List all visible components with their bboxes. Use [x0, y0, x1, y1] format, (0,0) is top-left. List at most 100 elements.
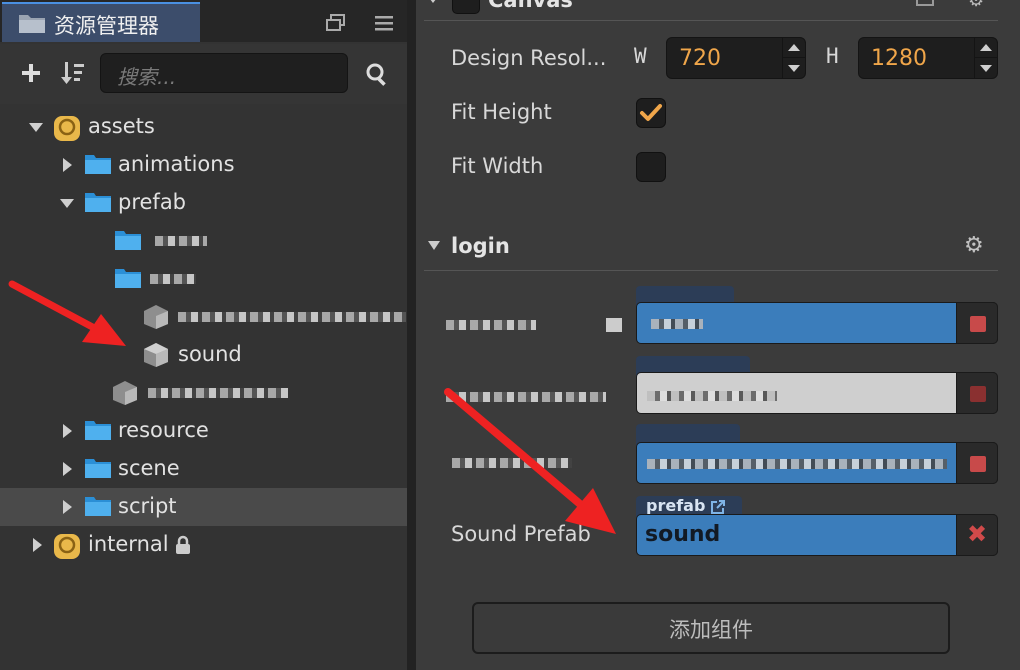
- close-icon: ✖: [967, 520, 988, 548]
- width-stepper[interactable]: [782, 38, 805, 78]
- folder-icon: [85, 497, 111, 516]
- folder-icon: [19, 15, 45, 33]
- sound-prefab-field[interactable]: sound: [636, 514, 998, 556]
- object-field-redacted[interactable]: [636, 302, 998, 344]
- gear-icon[interactable]: ⚙: [968, 0, 984, 11]
- prefab-type-label: prefab: [646, 496, 706, 515]
- tree-item-script[interactable]: script: [0, 488, 407, 526]
- tree-label-script: script: [118, 494, 177, 518]
- fit-height-checkbox[interactable]: [636, 98, 666, 128]
- design-width-value: 720: [679, 46, 721, 71]
- tree-label-assets: assets: [88, 114, 155, 138]
- panel-divider[interactable]: [407, 0, 416, 670]
- clear-field-button[interactable]: [956, 442, 998, 484]
- maximize-icon[interactable]: [326, 14, 346, 32]
- design-height-input[interactable]: 1280: [858, 37, 998, 79]
- tree-label-sound: sound: [178, 342, 242, 366]
- redacted-label: [446, 320, 536, 330]
- folder-icon: [85, 421, 111, 440]
- stop-icon: [970, 456, 986, 472]
- add-icon[interactable]: [20, 62, 42, 84]
- expand-arrow-icon[interactable]: [63, 424, 72, 438]
- lock-icon: [176, 535, 190, 554]
- redacted-value: [647, 391, 777, 401]
- tree-item-redacted[interactable]: [0, 222, 407, 260]
- object-field-redacted[interactable]: [636, 372, 998, 414]
- divider: [424, 270, 998, 271]
- tree-item-scene[interactable]: scene: [0, 450, 407, 488]
- sort-icon[interactable]: [60, 60, 86, 86]
- inspector-panel: Canvas ⚙ Design Resol... W 720 H 1280 Fi…: [416, 0, 1020, 670]
- collapse-arrow-icon[interactable]: [60, 199, 74, 208]
- prefab-icon: [144, 305, 168, 329]
- folder-icon: [115, 269, 141, 288]
- clear-field-button[interactable]: [956, 372, 998, 414]
- prefab-icon: [113, 381, 137, 405]
- redacted-label: [148, 388, 288, 398]
- design-width-input[interactable]: 720: [666, 37, 806, 79]
- object-field-redacted[interactable]: [636, 442, 998, 484]
- redacted-value: [651, 319, 703, 329]
- expand-arrow-icon[interactable]: [33, 538, 42, 552]
- gear-icon[interactable]: ⚙: [964, 233, 984, 258]
- expand-arrow-icon[interactable]: [63, 500, 72, 514]
- assets-panel-title: 资源管理器: [54, 14, 159, 38]
- stop-icon: [970, 316, 986, 332]
- clear-field-button[interactable]: [956, 302, 998, 344]
- tree-label-prefab: prefab: [118, 190, 187, 214]
- collapse-arrow-icon[interactable]: [426, 0, 440, 3]
- database-icon: [54, 116, 80, 141]
- assets-panel-tab[interactable]: 资源管理器: [2, 2, 200, 42]
- redacted-label: [155, 236, 207, 246]
- canvas-enabled-checkbox[interactable]: [452, 0, 480, 14]
- external-link-icon[interactable]: [710, 499, 726, 515]
- database-icon: [54, 534, 80, 559]
- tree-label-animations: animations: [118, 152, 235, 176]
- redacted-label: [178, 312, 406, 322]
- design-resolution-label: Design Resol...: [451, 46, 607, 70]
- expand-arrow-icon[interactable]: [63, 158, 72, 172]
- tree-item-assets[interactable]: assets: [0, 108, 407, 146]
- prefab-icon: [144, 343, 168, 367]
- sound-prefab-label: Sound Prefab: [451, 522, 591, 546]
- redacted-mark: [606, 318, 622, 332]
- remove-reference-button[interactable]: ✖: [956, 514, 998, 556]
- tree-item-redacted[interactable]: [0, 374, 407, 412]
- tree-item-animations[interactable]: animations: [0, 146, 407, 184]
- tree-label-resource: resource: [118, 418, 209, 442]
- fit-height-label: Fit Height: [451, 100, 552, 124]
- search-placeholder: 搜索...: [117, 65, 177, 89]
- assets-panel: 资源管理器 搜索... assets animations prefab sou…: [0, 0, 407, 670]
- redacted-label: [150, 274, 196, 284]
- tree-item-resource[interactable]: resource: [0, 412, 407, 450]
- tree-label-scene: scene: [118, 456, 180, 480]
- add-component-button[interactable]: 添加组件: [472, 602, 950, 654]
- login-component-header: login: [451, 234, 510, 258]
- tree-item-redacted[interactable]: [0, 260, 407, 298]
- redacted-label: [446, 392, 606, 402]
- checkmark-icon: [640, 104, 662, 121]
- height-stepper[interactable]: [974, 38, 997, 78]
- width-axis-label: W: [634, 44, 647, 68]
- expand-arrow-icon[interactable]: [63, 462, 72, 476]
- search-icon[interactable]: [365, 62, 389, 86]
- collapse-arrow-icon[interactable]: [29, 123, 43, 132]
- stop-icon: [970, 386, 986, 402]
- divider: [424, 20, 998, 21]
- height-axis-label: H: [826, 44, 839, 68]
- add-component-label: 添加组件: [669, 618, 753, 642]
- folder-icon: [85, 193, 111, 212]
- collapse-arrow-icon[interactable]: [428, 241, 440, 250]
- tree-item-redacted[interactable]: [0, 298, 407, 336]
- folder-icon: [115, 231, 141, 250]
- tree-item-internal[interactable]: internal: [0, 526, 407, 564]
- fit-width-label: Fit Width: [451, 154, 544, 178]
- design-height-value: 1280: [871, 46, 927, 71]
- tree-item-prefab[interactable]: prefab: [0, 184, 407, 222]
- menu-icon[interactable]: [374, 14, 394, 32]
- search-input[interactable]: 搜索...: [100, 53, 348, 93]
- sound-prefab-value: sound: [645, 522, 721, 547]
- help-icon[interactable]: [916, 0, 934, 6]
- fit-width-checkbox[interactable]: [636, 152, 666, 182]
- tree-item-sound[interactable]: sound: [0, 336, 407, 374]
